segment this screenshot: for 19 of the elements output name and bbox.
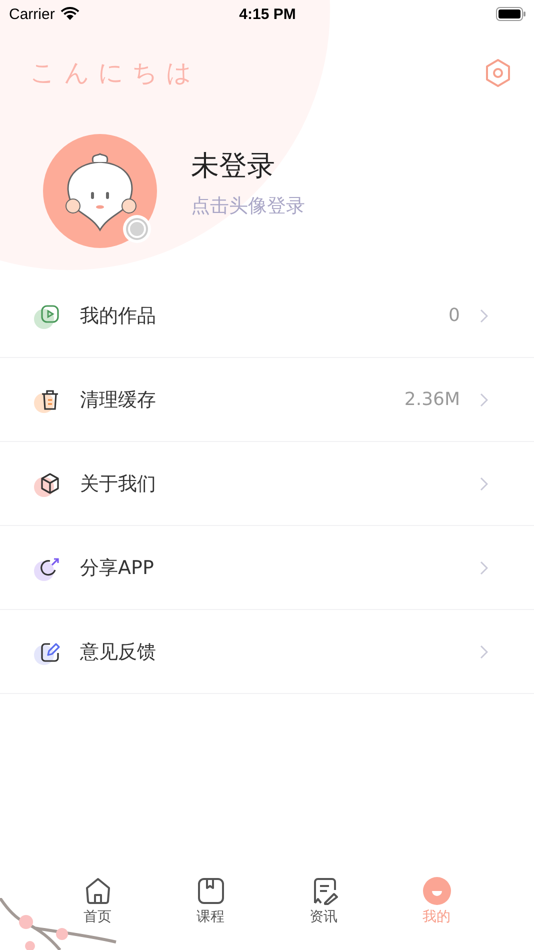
tab[interactable]: 首页	[41, 858, 154, 950]
menu-label: 关于我们	[80, 472, 157, 496]
menu-item[interactable]: 清理缓存 2.36M	[0, 358, 534, 442]
menu-item[interactable]: 关于我们	[0, 442, 534, 526]
menu-label: 意见反馈	[80, 640, 157, 664]
menu-item[interactable]: 我的作品 0	[0, 274, 534, 358]
menu-value: 0	[448, 305, 460, 326]
menu-label: 分享APP	[80, 556, 155, 580]
menu-item[interactable]: 意见反馈	[0, 610, 534, 694]
tab[interactable]: 课程	[154, 858, 267, 950]
menu-label: 清理缓存	[80, 388, 157, 412]
menu-value: 2.36M	[404, 389, 460, 410]
login-status: 未登录	[191, 148, 276, 184]
tab[interactable]: 资讯	[267, 858, 380, 950]
carrier-text: Carrier	[9, 6, 55, 22]
greeting-title: こんにちは	[30, 57, 200, 89]
menu-label: 我的作品	[80, 304, 157, 328]
menu-item[interactable]: 分享APP	[0, 526, 534, 610]
status-time: 4:15 PM	[239, 6, 296, 22]
